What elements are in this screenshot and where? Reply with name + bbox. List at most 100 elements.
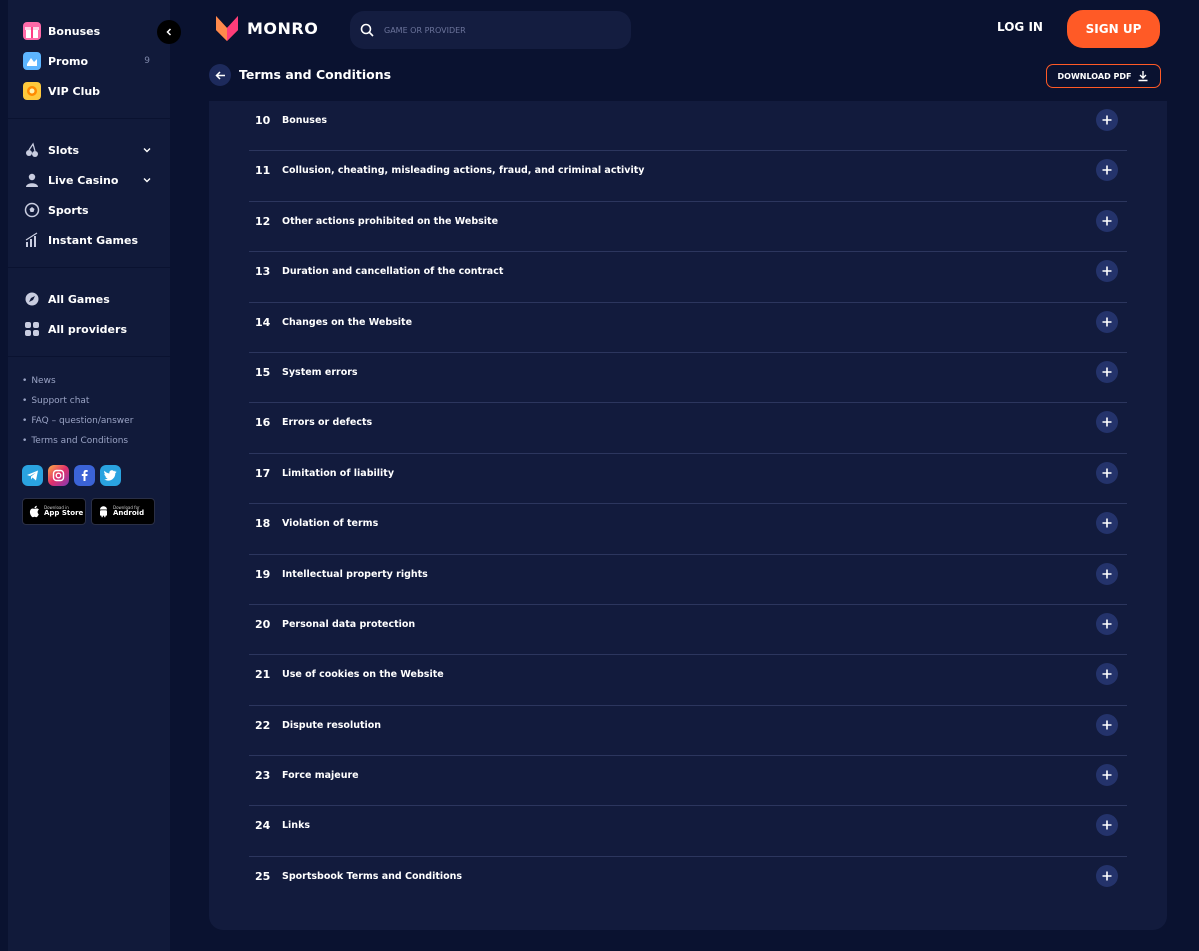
logo[interactable]: MONRO	[215, 14, 318, 42]
sidebar-item-all-games[interactable]: All Games	[8, 284, 170, 314]
android-big-text: Android	[113, 509, 145, 517]
promo-count-badge: 9	[144, 56, 150, 66]
accordion-row[interactable]: 25 Sportsbook Terms and Conditions	[249, 857, 1127, 907]
sidebar-item-sports[interactable]: Sports	[8, 195, 170, 225]
expand-button[interactable]	[1096, 713, 1118, 736]
sidebar-item-slots[interactable]: Slots	[8, 135, 170, 165]
section-title: Sportsbook Terms and Conditions	[282, 870, 463, 882]
expand-button[interactable]	[1096, 814, 1118, 837]
expand-button[interactable]	[1096, 612, 1118, 635]
signup-button[interactable]: SIGN UP	[1067, 10, 1160, 48]
search-bar[interactable]	[350, 11, 631, 49]
arrow-left-icon	[214, 70, 225, 80]
expand-button[interactable]	[1096, 209, 1118, 232]
accordion-row[interactable]: 14 Changes on the Website	[249, 303, 1127, 353]
chevron-down-icon[interactable]	[142, 145, 152, 155]
twitter-icon[interactable]	[100, 465, 121, 486]
section-number: 15	[255, 365, 271, 379]
download-pdf-button[interactable]: DOWNLOAD PDF	[1046, 64, 1161, 88]
section-number: 18	[255, 517, 271, 531]
plus-icon	[1102, 770, 1112, 780]
promo-icon	[22, 51, 42, 71]
app-download-buttons: Download in App Store Download for Andro…	[8, 486, 170, 525]
accordion-row[interactable]: 22 Dispute resolution	[249, 706, 1127, 757]
expand-button[interactable]	[1096, 512, 1118, 535]
soccer-ball-icon	[22, 200, 42, 220]
sidebar-item-instant-games[interactable]: Instant Games	[8, 225, 170, 255]
section-title: Violation of terms	[282, 518, 379, 530]
android-icon	[100, 506, 107, 518]
section-number: 14	[255, 315, 271, 329]
section-number: 20	[255, 617, 271, 631]
accordion-row[interactable]: 21 Use of cookies on the Website	[249, 655, 1127, 706]
plus-icon	[1102, 871, 1112, 881]
expand-button[interactable]	[1096, 663, 1118, 686]
back-button[interactable]	[209, 64, 231, 86]
expand-button[interactable]	[1096, 562, 1118, 585]
accordion-row[interactable]: 13 Duration and cancellation of the contr…	[249, 252, 1127, 303]
sidebar-item-promo[interactable]: Promo 9	[8, 46, 170, 76]
grid-icon	[22, 319, 42, 339]
link-faq[interactable]: FAQ – question/answer	[22, 411, 156, 431]
android-button[interactable]: Download for Android	[91, 498, 155, 525]
chevron-down-icon[interactable]	[142, 175, 152, 185]
section-title: Bonuses	[282, 115, 328, 126]
section-title: Other actions prohibited on the Website	[282, 215, 499, 227]
accordion-row[interactable]: 24 Links	[249, 806, 1127, 857]
expand-button[interactable]	[1096, 310, 1118, 333]
accordion-row[interactable]: 23 Force majeure	[249, 756, 1127, 807]
link-support-chat[interactable]: Support chat	[22, 391, 156, 411]
plus-icon	[1102, 820, 1112, 830]
sidebar-item-label: Promo	[48, 54, 89, 68]
plus-icon	[1102, 165, 1112, 175]
expand-button[interactable]	[1096, 159, 1118, 182]
expand-button[interactable]	[1096, 461, 1118, 484]
link-terms[interactable]: Terms and Conditions	[22, 431, 156, 451]
app-store-button[interactable]: Download in App Store	[22, 498, 86, 525]
sidebar-nav-group: Slots Live Casino Sports Instant Games	[8, 119, 170, 268]
accordion-row[interactable]: 20 Personal data protection	[249, 605, 1127, 656]
section-title: Limitation of liability	[282, 467, 395, 479]
instagram-icon[interactable]	[48, 465, 69, 486]
sidebar-item-label: All providers	[48, 322, 127, 336]
login-button[interactable]: LOG IN	[997, 20, 1043, 34]
telegram-icon[interactable]	[22, 465, 43, 486]
expand-button[interactable]	[1096, 260, 1118, 283]
section-title: Dispute resolution	[282, 719, 382, 731]
cherries-icon	[22, 140, 42, 160]
accordion-row[interactable]: 11 Collusion, cheating, misleading action…	[249, 151, 1127, 202]
section-number: 25	[255, 869, 271, 883]
facebook-icon[interactable]	[74, 465, 95, 486]
section-title: Links	[282, 820, 311, 832]
expand-button[interactable]	[1096, 411, 1118, 434]
sidebar-item-bonuses[interactable]: Bonuses	[8, 16, 170, 46]
accordion-row[interactable]: 18 Violation of terms	[249, 504, 1127, 555]
expand-button[interactable]	[1096, 764, 1118, 787]
expand-button[interactable]	[1096, 864, 1118, 887]
sidebar-promo-group: Bonuses Promo 9 VIP Club	[8, 0, 170, 119]
accordion-row[interactable]: 12 Other actions prohibited on the Websit…	[249, 202, 1127, 253]
section-number: 24	[255, 819, 271, 833]
sidebar-item-all-providers[interactable]: All providers	[8, 314, 170, 344]
accordion-row[interactable]: 17 Limitation of liability	[249, 454, 1127, 505]
sidebar-links: News Support chat FAQ – question/answer …	[8, 357, 170, 451]
accordion-row[interactable]: 19 Intellectual property rights	[249, 555, 1127, 605]
sidebar-item-vip-club[interactable]: VIP Club	[8, 76, 170, 106]
link-news[interactable]: News	[22, 371, 156, 391]
accordion-row[interactable]: 10 Bonuses	[249, 101, 1127, 152]
chevron-left-icon	[166, 28, 172, 36]
sidebar-item-label: Live Casino	[48, 173, 119, 187]
expand-button[interactable]	[1096, 109, 1118, 131]
plus-icon	[1102, 216, 1112, 226]
sidebar-item-live-casino[interactable]: Live Casino	[8, 165, 170, 195]
monro-logo-icon	[216, 16, 238, 41]
expand-button[interactable]	[1096, 360, 1118, 383]
sidebar-collapse-button[interactable]	[157, 20, 181, 44]
accordion-row[interactable]: 15 System errors	[249, 353, 1127, 404]
search-input[interactable]	[384, 25, 604, 35]
accordion-row[interactable]: 16 Errors or defects	[249, 403, 1127, 454]
plus-icon	[1102, 518, 1112, 528]
page-title: Terms and Conditions	[239, 67, 392, 82]
apple-icon	[29, 505, 39, 518]
section-title: Errors or defects	[282, 417, 373, 429]
